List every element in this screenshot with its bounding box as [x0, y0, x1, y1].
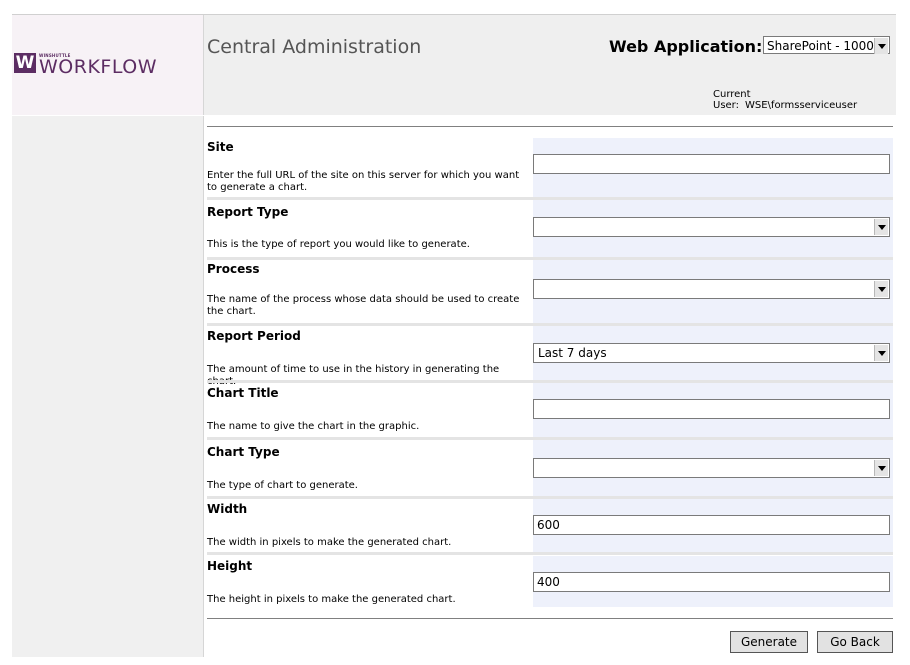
logo-panel: W WINSHUTTLE WORKFLOW [12, 15, 204, 115]
section-divider [207, 552, 893, 555]
web-application-value: SharePoint - 1000 [767, 39, 874, 53]
web-application-label: Web Application: [609, 37, 763, 56]
process-description: The name of the process whose data shoul… [207, 294, 520, 317]
page-header: Central Administration Web Application: … [204, 15, 896, 115]
section-report-type: Report Type This is the type of report y… [205, 200, 895, 260]
chevron-down-icon[interactable] [874, 460, 888, 476]
chevron-down-icon[interactable] [874, 219, 888, 235]
report-period-label: Report Period [207, 329, 301, 343]
report-period-value: Last 7 days [538, 346, 607, 360]
report-type-label: Report Type [207, 205, 289, 219]
section-width: Width The width in pixels to make the ge… [205, 499, 895, 555]
height-description: The height in pixels to make the generat… [207, 594, 456, 605]
report-type-description: This is the type of report you would lik… [207, 239, 470, 250]
page-title: Central Administration [207, 36, 422, 58]
width-label: Width [207, 502, 248, 516]
section-chart-type: Chart Type The type of chart to generate… [205, 440, 895, 499]
process-select[interactable] [533, 279, 890, 299]
chart-title-label: Chart Title [207, 386, 279, 400]
chevron-down-icon[interactable] [874, 345, 888, 361]
go-back-button[interactable]: Go Back [817, 631, 893, 653]
chart-type-select[interactable] [533, 458, 890, 478]
section-site: Site Enter the full URL of the site on t… [205, 138, 895, 200]
chart-title-description: The name to give the chart in the graphi… [207, 421, 420, 432]
current-user: Current User: WSE\formsserviceuser [713, 89, 896, 111]
logo-product-text: WORKFLOW [39, 56, 157, 78]
site-description: Enter the full URL of the site on this s… [207, 170, 520, 193]
chart-type-label: Chart Type [207, 445, 280, 459]
section-chart-title: Chart Title The name to give the chart i… [205, 383, 895, 440]
current-user-value: WSE\formsserviceuser [745, 100, 858, 111]
winshuttle-logo-icon: W [14, 53, 36, 73]
site-label: Site [207, 140, 234, 154]
report-period-select[interactable]: Last 7 days [533, 343, 890, 363]
chart-type-description: The type of chart to generate. [207, 480, 358, 491]
section-height: Height The height in pixels to make the … [205, 556, 895, 607]
width-input[interactable]: 600 [533, 515, 890, 535]
report-type-select[interactable] [533, 217, 890, 237]
chart-title-input[interactable] [533, 399, 890, 419]
width-description: The width in pixels to make the generate… [207, 537, 452, 548]
height-input[interactable]: 400 [533, 572, 890, 592]
site-url-input[interactable] [533, 154, 890, 174]
web-application-select[interactable]: SharePoint - 1000 [763, 36, 890, 54]
generate-button[interactable]: Generate [730, 631, 808, 653]
sidebar [12, 116, 204, 657]
height-label: Height [207, 559, 253, 573]
process-label: Process [207, 262, 260, 276]
section-process: Process The name of the process whose da… [205, 260, 895, 326]
chevron-down-icon[interactable] [874, 38, 888, 54]
bottom-divider [207, 618, 893, 619]
top-divider [207, 126, 893, 127]
main-content: Site Enter the full URL of the site on t… [205, 116, 895, 657]
chevron-down-icon[interactable] [874, 281, 888, 297]
section-report-period: Report Period The amount of time to use … [205, 326, 895, 387]
